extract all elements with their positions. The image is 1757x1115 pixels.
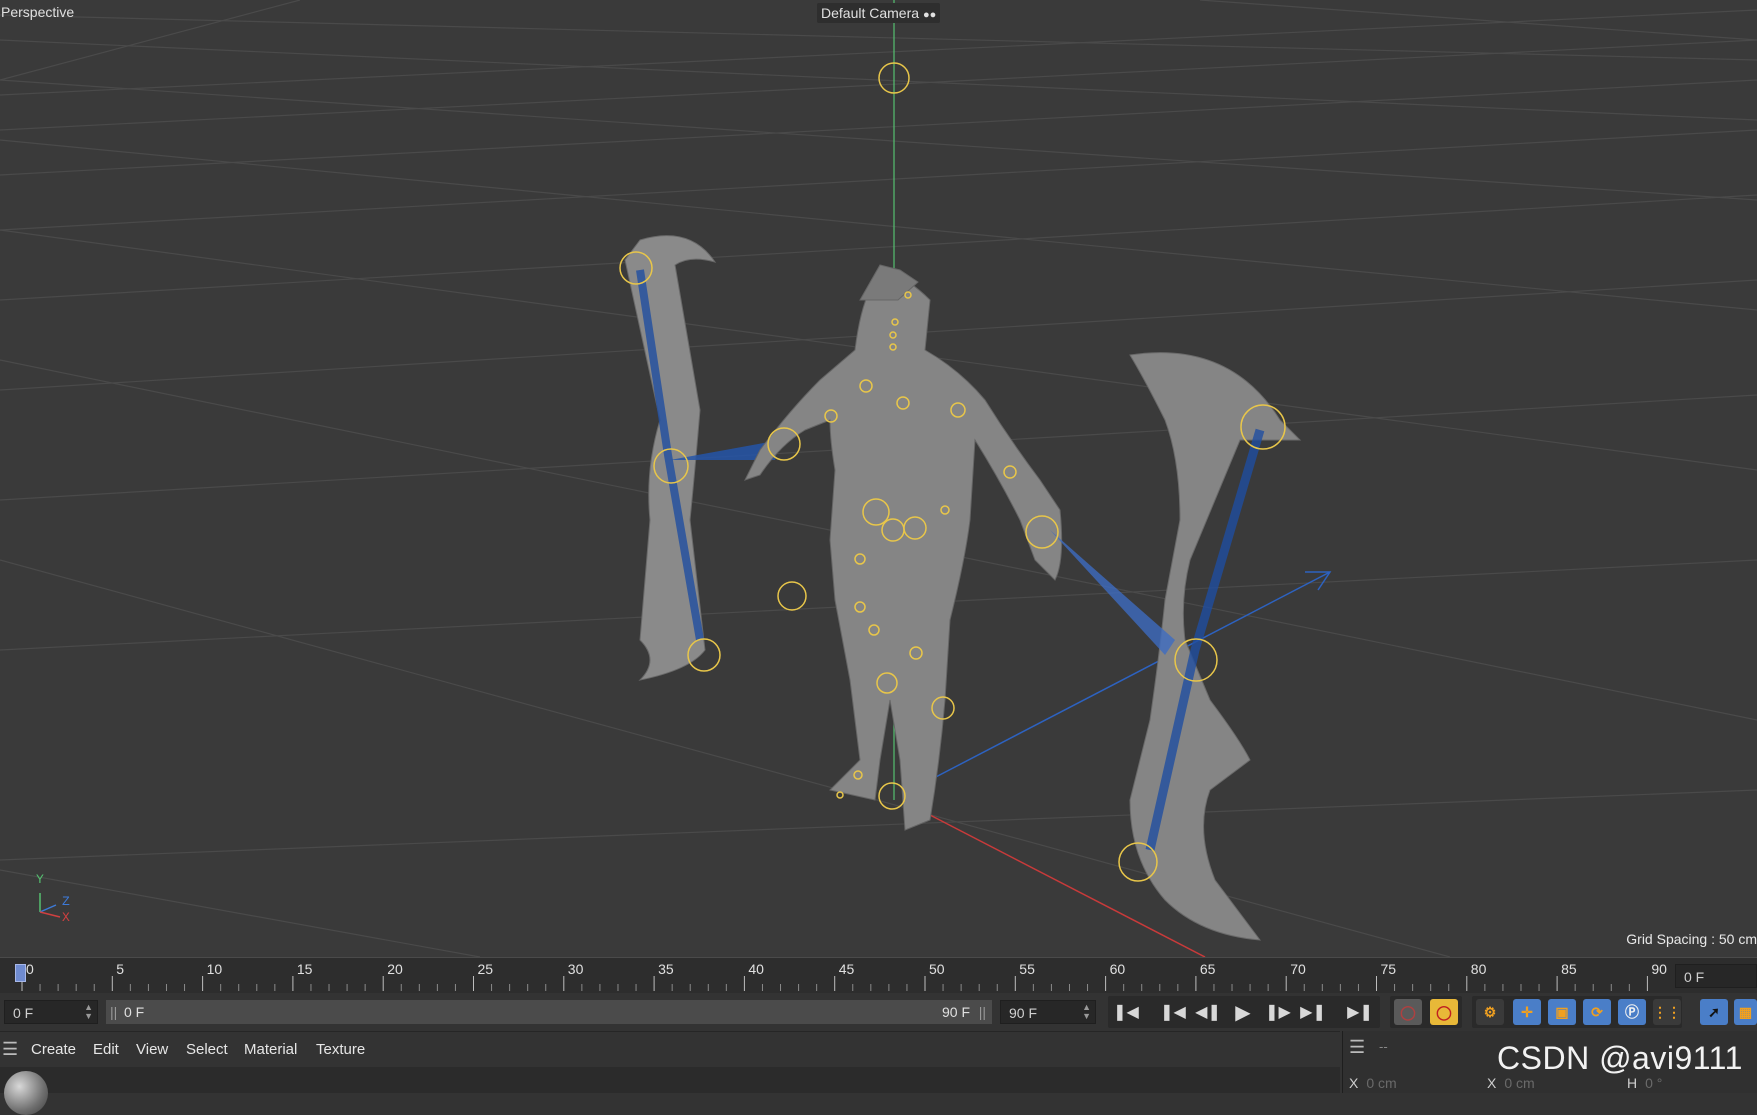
next-key-icon[interactable]: ▶❚ (1298, 998, 1328, 1026)
tick-label: 20 (387, 961, 403, 977)
hamburger-menu-icon[interactable]: ☰ (2, 1039, 18, 1060)
material-swatch[interactable] (4, 1071, 48, 1115)
watermark: CSDN @avi9111 (1497, 1040, 1743, 1076)
view-axis-gizmo (39, 893, 61, 918)
size-x-field[interactable]: X0 cm (1487, 1075, 1535, 1091)
tick-label: 5 (116, 961, 124, 977)
previous-frame-icon[interactable]: ◀❚ (1193, 998, 1223, 1026)
previous-key-icon[interactable]: ❚◀ (1158, 998, 1188, 1026)
axis-x-label: X (62, 910, 70, 925)
go-to-end-icon[interactable]: ▶❚ (1345, 998, 1375, 1026)
timeline-frame-field[interactable]: 0 F (1675, 964, 1757, 988)
preview-range-slider[interactable]: || 0 F 90 F || (106, 1000, 992, 1024)
position-key-icon[interactable]: ✛ (1513, 999, 1541, 1025)
tick-label: 60 (1110, 961, 1126, 977)
range-handle-left[interactable]: || (110, 1000, 117, 1024)
next-frame-icon[interactable]: ❚▶ (1263, 998, 1293, 1026)
current-frame-field[interactable]: 0 F ▲ ▼ (4, 1000, 98, 1024)
timeline-ruler[interactable]: 0 5 10 15 20 25 30 35 40 45 50 55 60 65 70 75 80 85 90 0 F (0, 957, 1757, 994)
viewport-scene[interactable] (0, 0, 1757, 957)
record-active-objects-icon[interactable]: ◯ (1394, 999, 1422, 1025)
range-start-label: 0 F (124, 1004, 145, 1020)
tick-label: 15 (297, 961, 313, 977)
tick-label: 65 (1200, 961, 1216, 977)
material-list[interactable] (0, 1067, 1340, 1115)
go-to-start-icon[interactable]: ❚◀ (1111, 998, 1141, 1026)
tick-label: 80 (1471, 961, 1487, 977)
tick-label: 40 (748, 961, 764, 977)
camera-name: Default Camera (821, 5, 920, 21)
rotation-key-icon[interactable]: ⟳ (1583, 999, 1611, 1025)
interpolation-icon[interactable]: ➚ (1700, 999, 1728, 1025)
axis-z-label: Z (62, 894, 70, 909)
right-blade (1129, 352, 1302, 941)
transport-bar: 0 F ▲ ▼ || 0 F 90 F || 90 F ▲ ▼ ❚◀ ❚◀ ◀❚ ▶… (0, 993, 1757, 1031)
material-manager-menubar: ☰ Create Edit View Select Material Textu… (0, 1031, 1340, 1068)
menu-texture[interactable]: Texture (316, 1041, 365, 1058)
menu-view[interactable]: View (136, 1041, 168, 1058)
tick-label: 70 (1290, 961, 1306, 977)
tick-label: 30 (568, 961, 584, 977)
menu-create[interactable]: Create (31, 1041, 76, 1058)
camera-selector[interactable]: Default Camera ●● (817, 3, 941, 23)
spinner-icon[interactable]: ▲ ▼ (1082, 1003, 1091, 1021)
autokeying-icon[interactable]: ◯ (1430, 999, 1458, 1025)
menu-edit[interactable]: Edit (93, 1041, 119, 1058)
position-x-field[interactable]: X0 cm (1349, 1075, 1397, 1091)
range-end-label: 90 F (941, 1004, 970, 1020)
camera-icon: ●● (922, 9, 937, 21)
tick-label: 0 (26, 961, 34, 977)
character-body (744, 264, 1063, 831)
tick-label: 45 (839, 961, 855, 977)
tick-label: 35 (658, 961, 674, 977)
menu-select[interactable]: Select (186, 1041, 228, 1058)
panel-menu-icon[interactable]: ☰ (1349, 1037, 1365, 1058)
tick-label: 25 (478, 961, 494, 977)
menu-material[interactable]: Material (244, 1041, 297, 1058)
spinner-icon[interactable]: ▲ ▼ (84, 1003, 93, 1021)
parameter-key-icon[interactable]: Ⓟ (1618, 999, 1646, 1025)
tick-label: 85 (1561, 961, 1577, 977)
panel-title: -- (1379, 1039, 1388, 1054)
range-handle-right[interactable]: || (979, 1000, 986, 1024)
play-icon[interactable]: ▶ (1228, 998, 1258, 1026)
rotation-h-field[interactable]: H0 ° (1627, 1075, 1662, 1091)
current-frame-marker[interactable] (15, 964, 26, 982)
tick-label: 10 (207, 961, 223, 977)
tick-label: 75 (1381, 961, 1397, 977)
tick-label: 55 (1019, 961, 1035, 977)
tick-label: 90 (1651, 961, 1667, 977)
timeline-window-icon[interactable]: ▦ (1734, 999, 1757, 1025)
3d-viewport[interactable]: Perspective Default Camera ●● Y Z X Grid… (0, 0, 1757, 957)
end-frame-field[interactable]: 90 F ▲ ▼ (1000, 1000, 1096, 1024)
axis-y-label: Y (36, 872, 44, 887)
scale-key-icon[interactable]: ▣ (1548, 999, 1576, 1025)
viewport-view-name[interactable]: Perspective (1, 4, 74, 20)
point-level-key-icon[interactable]: ⋮⋮ (1653, 999, 1681, 1025)
keyframe-selection-icon[interactable]: ⚙ (1476, 999, 1504, 1025)
timeline-ticks: 0 5 10 15 20 25 30 35 40 45 50 55 60 65 70 75 80 85 90 (21, 961, 1667, 991)
grid-spacing-label: Grid Spacing : 50 cm (1626, 931, 1757, 947)
tick-label: 50 (929, 961, 945, 977)
